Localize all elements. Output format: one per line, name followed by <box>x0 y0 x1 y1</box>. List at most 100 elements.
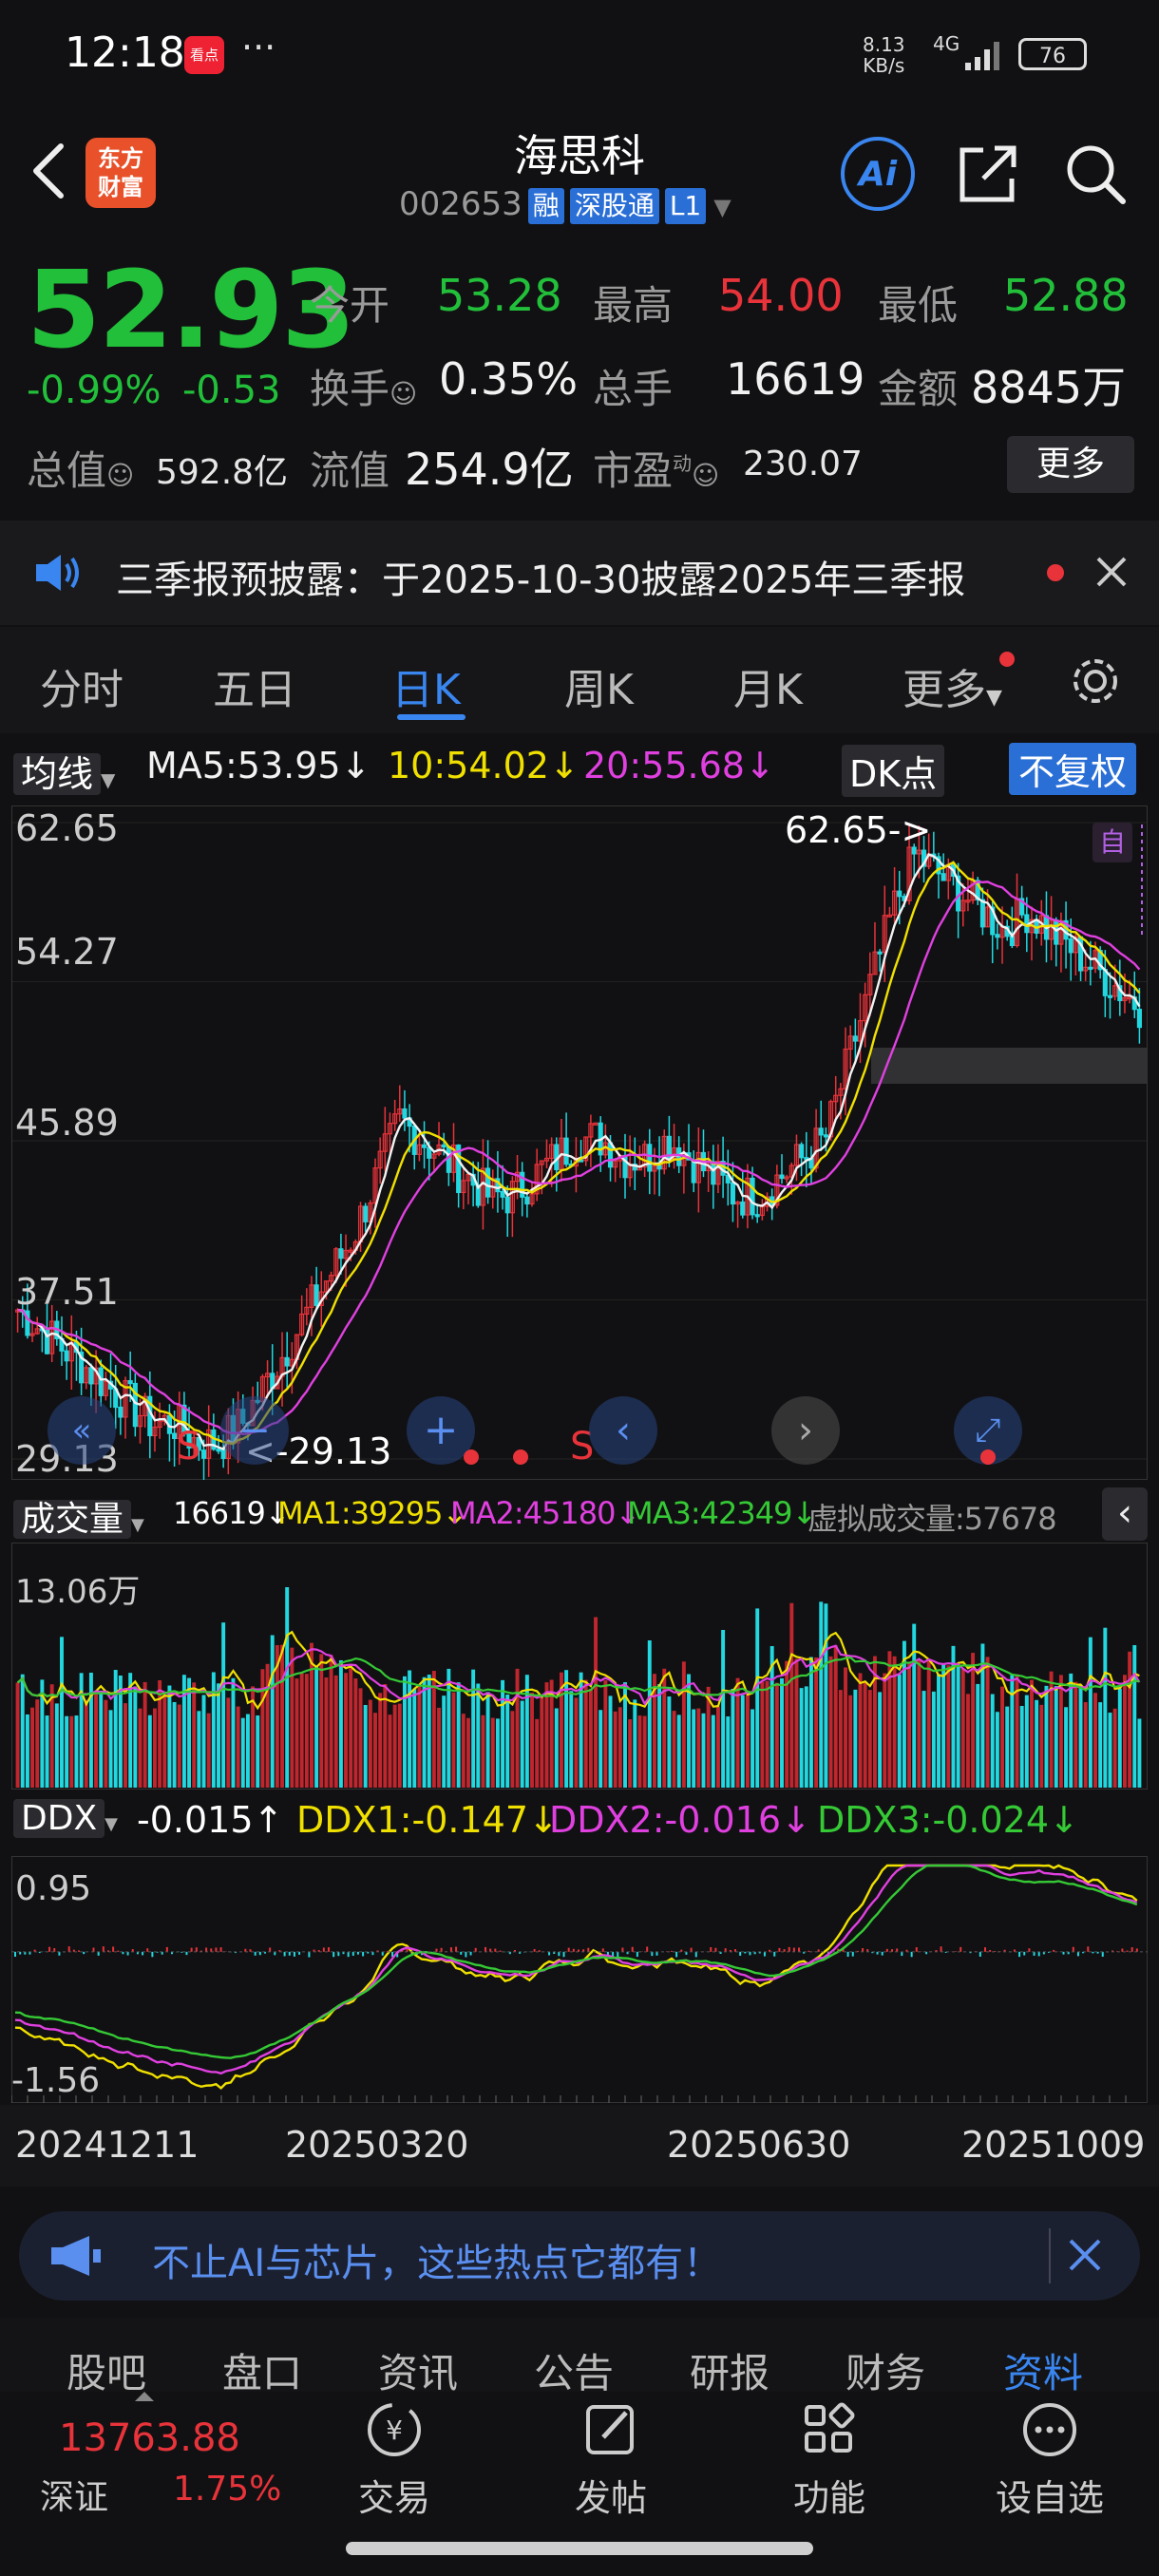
ma10-line <box>17 861 1141 1446</box>
network-type: 4G <box>933 32 960 55</box>
candle <box>1054 919 1059 945</box>
volume-bar <box>937 1674 940 1788</box>
tab-more[interactable]: 更多▼ <box>902 655 1002 716</box>
candle <box>216 1449 221 1452</box>
pan-left-icon[interactable]: ‹ <box>589 1396 657 1465</box>
volume-bar <box>1137 1718 1142 1788</box>
tab-five-day[interactable]: 五日 <box>213 655 296 716</box>
kline-chart[interactable] <box>11 805 1148 1480</box>
volume-bar <box>755 1608 760 1788</box>
post-button[interactable]: 发帖 <box>559 2399 663 2521</box>
volume-bar <box>922 1691 926 1788</box>
index-change[interactable]: 1.75% <box>173 2470 281 2509</box>
volume-selector[interactable]: 成交量 ▼ <box>13 1491 144 1541</box>
info-icon[interactable]: ☺ <box>106 460 134 491</box>
candle <box>1136 1009 1142 1029</box>
volume-bar <box>618 1707 622 1788</box>
settings-gear-icon[interactable] <box>1068 653 1123 709</box>
tab-intraday[interactable]: 分时 <box>40 655 124 716</box>
trade-button[interactable]: ¥ 交易 <box>342 2399 446 2521</box>
ddx-chart[interactable] <box>11 1856 1148 2103</box>
volume-bar <box>240 1717 245 1788</box>
candle <box>64 1350 69 1362</box>
home-indicator[interactable] <box>346 2542 813 2555</box>
ddx-y-top: 0.95 <box>15 1869 92 1908</box>
volume-bar <box>1019 1706 1024 1788</box>
info-icon[interactable]: ☺ <box>390 378 417 409</box>
x-date-2: 20250320 <box>285 2124 469 2166</box>
dk-point-toggle[interactable]: DK点 <box>842 745 945 797</box>
info-icon[interactable]: ☺ <box>692 460 719 491</box>
volume-bar <box>642 1715 647 1788</box>
signal-dot <box>464 1449 479 1465</box>
volume-bar <box>1112 1708 1117 1788</box>
candle <box>441 1144 446 1148</box>
subtab-research[interactable]: 研报 <box>690 2341 770 2399</box>
x-date-1: 20241211 <box>15 2124 200 2166</box>
volume-selector-label: 成交量 <box>13 1500 132 1539</box>
ma10-value: 10:54.02↓ <box>388 745 580 786</box>
pan-right-icon[interactable]: › <box>771 1396 840 1465</box>
volume-bar <box>1083 1702 1088 1788</box>
volume-bar <box>167 1685 172 1788</box>
volume-bar <box>858 1673 863 1788</box>
volume-bar <box>926 1660 931 1788</box>
candle <box>88 1367 94 1385</box>
tab-weekly-k[interactable]: 周K <box>564 655 634 716</box>
volume-bar <box>946 1665 951 1788</box>
chevron-down-icon: ▼ <box>101 768 116 791</box>
ddx-selector[interactable]: DDX ▼ <box>13 1799 118 1838</box>
more-quote-button[interactable]: 更多 <box>1007 436 1134 493</box>
volume-bar <box>392 1704 397 1788</box>
ai-assistant-icon[interactable]: Ai <box>841 137 915 211</box>
notice-bar[interactable]: 三季报预披露：于2025-10-30披露2025年三季报 <box>0 521 1159 625</box>
subtab-profile[interactable]: 资料 <box>1003 2341 1083 2399</box>
close-icon[interactable] <box>1066 2236 1104 2274</box>
search-icon[interactable] <box>1062 141 1129 207</box>
volume-chart[interactable] <box>11 1543 1148 1790</box>
tab-monthly-k[interactable]: 月K <box>733 655 803 716</box>
pe-value: 230.07 <box>743 445 863 483</box>
index-value[interactable]: 13763.88 <box>59 2416 240 2460</box>
collapse-icon[interactable]: ‹ <box>1102 1487 1148 1541</box>
add-watchlist-button[interactable]: 设自选 <box>986 2399 1113 2521</box>
volume-bar <box>162 1692 167 1788</box>
volume-bar <box>828 1656 833 1788</box>
function-button[interactable]: 功能 <box>777 2399 882 2521</box>
function-label: 功能 <box>792 2477 865 2519</box>
turnover-value: 0.35% <box>439 353 579 405</box>
ddx2-value: DDX2:-0.016↓ <box>549 1799 811 1841</box>
subtab-news[interactable]: 资讯 <box>378 2341 458 2399</box>
candle <box>730 1182 735 1205</box>
candle <box>979 899 985 928</box>
subtab-announcements[interactable]: 公告 <box>534 2341 614 2399</box>
index-name[interactable]: 深证 <box>40 2470 108 2519</box>
stock-code-row[interactable]: 002653 融深股通 L1 ▼ <box>399 185 732 224</box>
tab-daily-k[interactable]: 日K <box>391 655 461 716</box>
rewind-icon[interactable]: « <box>48 1396 116 1465</box>
close-icon[interactable] <box>1092 553 1130 591</box>
ma-selector[interactable]: 均线 ▼ <box>13 745 115 797</box>
volume-bar <box>833 1645 838 1788</box>
promo-banner[interactable]: 不止AI与芯片，这些热点它都有！ <box>19 2211 1140 2301</box>
volume-bar <box>349 1668 353 1788</box>
volume-bar <box>427 1675 431 1788</box>
volume-bar <box>990 1694 995 1788</box>
share-icon[interactable] <box>955 141 1021 207</box>
volume-bar <box>1058 1675 1063 1788</box>
volume-bar <box>490 1717 495 1788</box>
subtab-finance[interactable]: 财务 <box>846 2341 925 2399</box>
chevron-down-icon: ▼ <box>986 686 1002 710</box>
subtab-forum[interactable]: 股吧 <box>66 2341 146 2399</box>
volume-bar <box>1098 1702 1103 1788</box>
subtab-orderbook[interactable]: 盘口 <box>222 2341 302 2399</box>
amount-value: 8845万 <box>971 362 1127 413</box>
zoom-out-icon[interactable]: − <box>220 1396 289 1465</box>
volume-bar <box>397 1703 402 1788</box>
adjust-button[interactable]: 不复权 <box>1009 743 1137 795</box>
status-bar: 12:18 看点 ··· 8.13 KB/s 4G 76 <box>0 0 1159 112</box>
volume-bar <box>569 1691 574 1788</box>
self-select-tag[interactable]: 自 <box>1092 823 1132 862</box>
svg-text:¥: ¥ <box>386 2415 403 2446</box>
expand-up-icon[interactable] <box>135 2392 154 2401</box>
